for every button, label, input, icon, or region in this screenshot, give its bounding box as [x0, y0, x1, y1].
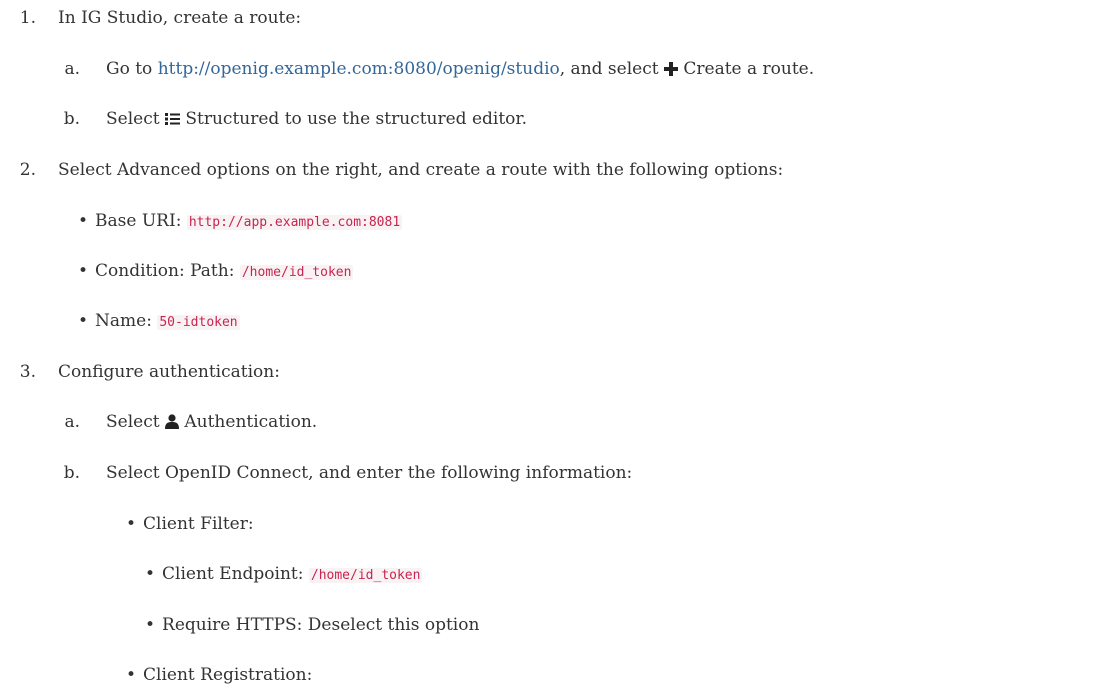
- bullet-client-registration: • Client Registration:: [126, 663, 312, 687]
- bullet-client-filter: • Client Filter:: [126, 512, 254, 536]
- bullet-name: • Name: 50-idtoken: [78, 309, 240, 335]
- bullet-marker: •: [126, 514, 137, 534]
- substep-text-mid: , and select: [559, 59, 664, 79]
- substep-text-post: Create a route.: [683, 59, 815, 79]
- substep-text-post: Structured to use the structured editor.: [185, 109, 528, 129]
- plus-icon: [663, 59, 678, 83]
- substep-text-pre: Go to: [106, 59, 158, 79]
- substep-marker: a.: [64, 412, 80, 432]
- bullet-require-https: • Require HTTPS: Deselect this option: [145, 613, 479, 637]
- substep-text: Select OpenID Connect, and enter the fol…: [106, 463, 633, 483]
- step-marker: 2.: [19, 160, 36, 180]
- bullet-condition: • Condition: Path: /home/id_token: [78, 259, 354, 285]
- bullet-client-endpoint: • Client Endpoint: /home/id_token: [145, 562, 423, 588]
- substep-marker: b.: [63, 463, 80, 483]
- step-text: Select Advanced options on the right, an…: [58, 160, 784, 180]
- step-text: In IG Studio, create a route:: [58, 8, 302, 28]
- bullet-marker: •: [145, 615, 156, 635]
- user-icon: [164, 412, 179, 436]
- bullet-label: Require HTTPS: Deselect this option: [162, 615, 480, 635]
- bullet-label: Client Endpoint:: [162, 564, 309, 584]
- bullet-marker: •: [78, 311, 89, 331]
- bullet-label: Name:: [95, 311, 158, 331]
- step-marker: 1.: [19, 8, 36, 28]
- bullet-label: Condition: Path:: [95, 261, 240, 281]
- bullet-code: http://app.example.com:8081: [186, 215, 403, 230]
- bullet-base-uri: • Base URI: http://app.example.com:8081: [78, 209, 403, 235]
- studio-link[interactable]: http://openig.example.com:8080/openig/st…: [158, 59, 560, 79]
- bullet-label: Client Filter:: [143, 514, 254, 534]
- substep-marker: a.: [64, 59, 80, 79]
- bullet-label: Base URI:: [95, 211, 187, 231]
- substep-marker: b.: [63, 109, 80, 129]
- bullet-code: /home/id_token: [239, 265, 354, 280]
- bullet-marker: •: [126, 665, 137, 685]
- bullet-label: Client Registration:: [143, 665, 313, 685]
- list-icon: [164, 109, 180, 133]
- step-text: Configure authentication:: [58, 362, 280, 382]
- step-marker: 3.: [19, 362, 36, 382]
- bullet-marker: •: [78, 211, 89, 231]
- bullet-code: 50-idtoken: [157, 315, 240, 330]
- bullet-marker: •: [145, 564, 156, 584]
- substep-text-pre: Select: [106, 109, 165, 129]
- substep-text-post: Authentication.: [184, 412, 318, 432]
- substep-text-pre: Select: [106, 412, 165, 432]
- bullet-code: /home/id_token: [308, 568, 423, 583]
- bullet-marker: •: [78, 261, 89, 281]
